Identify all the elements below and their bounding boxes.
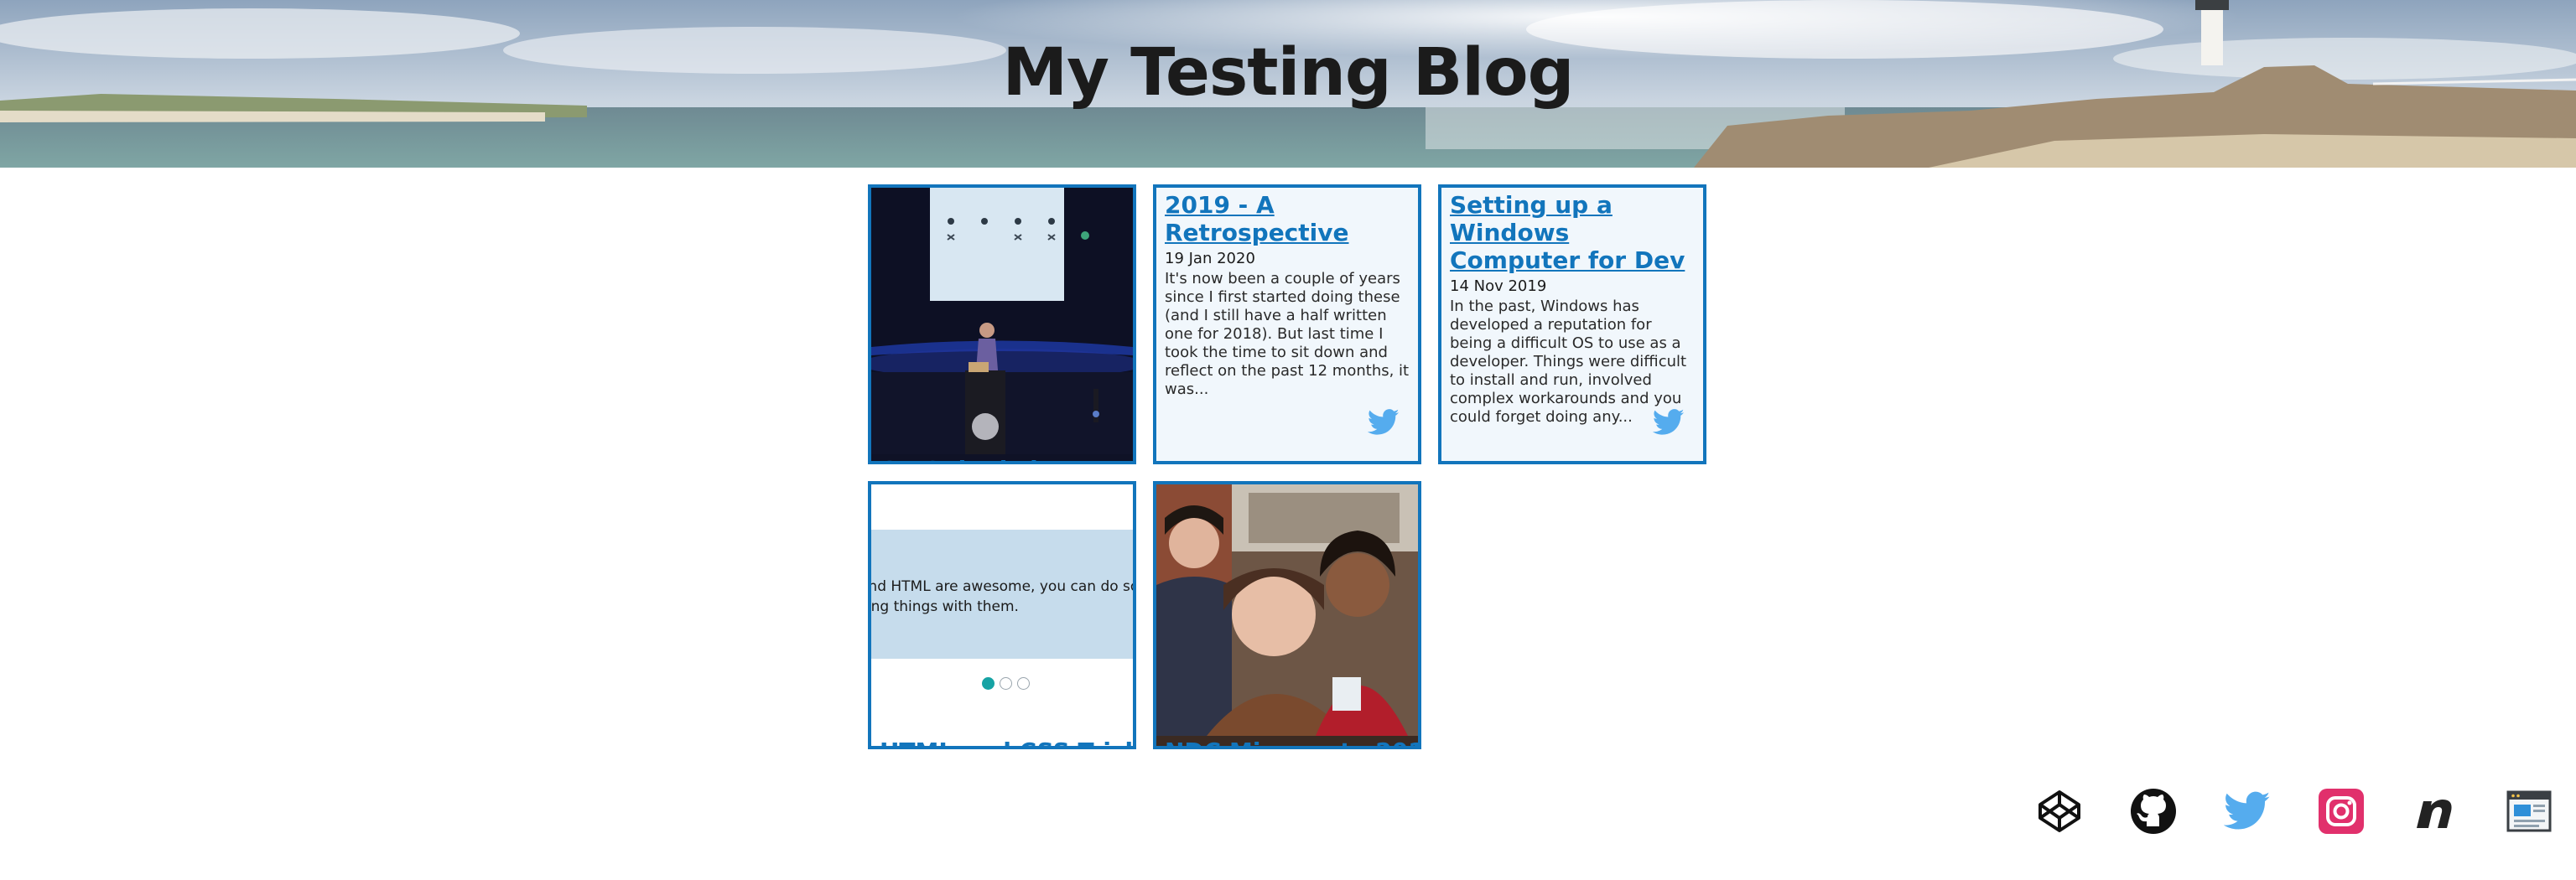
post-title[interactable]: NDC Minnesota 2019 [1165,738,1418,746]
speaker-on-stage-photo [871,188,1133,454]
twitter-icon[interactable] [1367,409,1400,436]
twitter-icon[interactable] [2223,788,2271,835]
carousel-dot-1[interactable] [982,677,995,690]
post-title[interactable]: HTML and CSS Tricks [880,738,1133,746]
post-date: 14 Nov 2019 [1450,277,1547,295]
carousel-dot-3[interactable] [1017,677,1030,690]
post-title[interactable]: On Submitting to [880,456,1107,461]
site-title[interactable]: My Testing Blog [0,40,2576,106]
social-links [2036,788,2576,835]
carousel-dot-2[interactable] [1000,677,1012,690]
post-title[interactable]: 2019 - A Retrospective [1165,191,1410,246]
group-selfie-photo [1156,484,1418,736]
post-card-html-css-tricks[interactable]: and HTML are awesome, you can do so many… [868,481,1136,749]
header-banner: My Testing Blog [0,0,2576,168]
post-card-2019-retrospective[interactable]: 2019 - A Retrospective 19 Jan 2020 It's … [1153,184,1421,464]
notist-icon[interactable] [2412,788,2459,835]
post-excerpt: It's now been a couple of years since I … [1165,270,1410,398]
twitter-icon[interactable] [1652,409,1685,436]
post-card-windows-dev[interactable]: Setting up a Windows Computer for Dev 14… [1438,184,1706,464]
post-excerpt: In the past, Windows has developed a rep… [1450,298,1687,426]
codepen-icon[interactable] [2036,788,2083,835]
github-icon[interactable] [2130,788,2177,835]
post-date: 19 Jan 2020 [1165,250,1255,267]
post-title[interactable]: Setting up a Windows Computer for Dev [1450,191,1695,274]
post-card-ndc-minnesota[interactable]: NDC Minnesota 2019 [1153,481,1421,749]
post-card-conferences[interactable]: On Submitting to [868,184,1136,464]
carousel-screenshot: and HTML are awesome, you can do so many… [871,484,1133,736]
slide-text: and HTML are awesome, you can do so many… [868,578,1133,615]
instagram-icon[interactable] [2318,788,2365,835]
browser-window-icon[interactable] [2506,788,2553,835]
carousel-dots [982,677,1030,690]
